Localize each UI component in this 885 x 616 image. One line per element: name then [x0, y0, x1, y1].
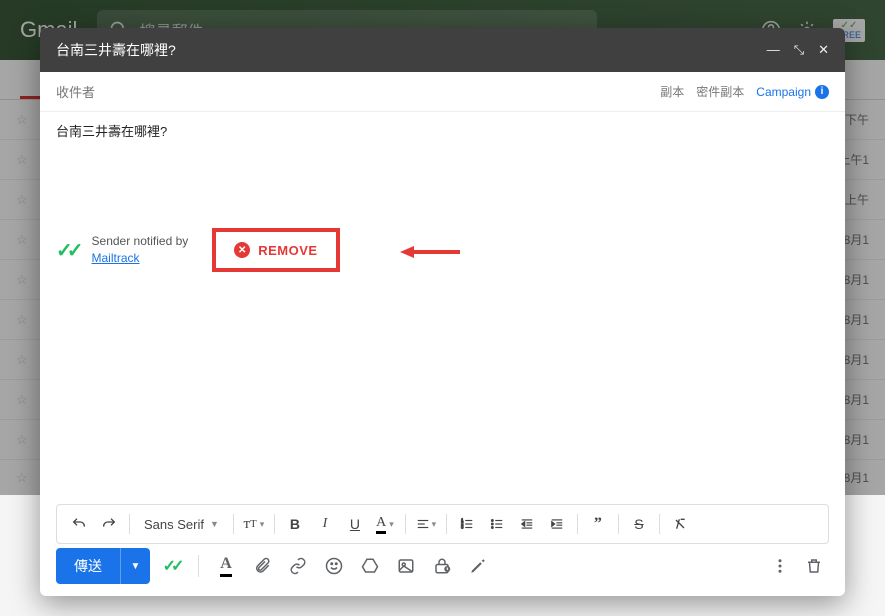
bcc-link[interactable]: 密件副本: [696, 83, 744, 100]
send-button[interactable]: 傳送 ▼: [56, 548, 150, 584]
format-toolbar: Sans Serif▼ тT▾ B I U A▾ ▾ 123 ” S: [56, 504, 829, 544]
minimize-icon[interactable]: —: [767, 42, 780, 58]
mailtrack-toggle[interactable]: ✓✓: [156, 551, 186, 581]
recipients-label: 收件者: [56, 82, 95, 101]
remove-button[interactable]: ✕ REMOVE: [212, 228, 339, 272]
svg-text:3: 3: [461, 525, 464, 530]
discard-button[interactable]: [799, 551, 829, 581]
indent-less-button[interactable]: [513, 510, 541, 538]
signature-button[interactable]: [463, 551, 493, 581]
compose-actions: 傳送 ▼ ✓✓ A: [40, 544, 845, 596]
remove-x-icon: ✕: [234, 242, 250, 258]
clear-format-button[interactable]: [666, 510, 694, 538]
confidential-button[interactable]: [427, 551, 457, 581]
restore-icon[interactable]: ⤡: [794, 42, 804, 58]
undo-button[interactable]: [65, 510, 93, 538]
star-icon[interactable]: ☆: [16, 352, 28, 368]
info-icon: i: [815, 85, 829, 99]
star-icon[interactable]: ☆: [16, 312, 28, 328]
double-check-icon: ✓✓: [56, 238, 78, 263]
strikethrough-button[interactable]: S: [625, 510, 653, 538]
close-icon[interactable]: ✕: [818, 42, 829, 58]
compose-titlebar: 台南三井壽在哪裡? — ⤡ ✕: [40, 28, 845, 72]
mailtrack-link[interactable]: Mailtrack: [92, 251, 140, 265]
italic-button[interactable]: I: [311, 510, 339, 538]
notify-text: Sender notified by: [92, 234, 189, 248]
star-icon[interactable]: ☆: [16, 192, 28, 208]
campaign-link[interactable]: Campaign i: [756, 85, 829, 99]
bold-button[interactable]: B: [281, 510, 309, 538]
indent-more-button[interactable]: [543, 510, 571, 538]
star-icon[interactable]: ☆: [16, 152, 28, 168]
compose-title: 台南三井壽在哪裡?: [56, 40, 767, 60]
mailtrack-signature: ✓✓ Sender notified by Mailtrack ✕ REMOVE: [56, 228, 340, 272]
more-options-button[interactable]: [765, 551, 795, 581]
attach-button[interactable]: [247, 551, 277, 581]
star-icon[interactable]: ☆: [16, 432, 28, 448]
star-icon[interactable]: ☆: [16, 272, 28, 288]
drive-button[interactable]: [355, 551, 385, 581]
compose-window: 台南三井壽在哪裡? — ⤡ ✕ 收件者 副本 密件副本 Campaign i 台…: [40, 28, 845, 596]
text-color-button[interactable]: A▾: [371, 510, 399, 538]
font-size-button[interactable]: тT▾: [240, 510, 268, 538]
star-icon[interactable]: ☆: [16, 392, 28, 408]
image-button[interactable]: [391, 551, 421, 581]
emoji-button[interactable]: [319, 551, 349, 581]
subject-field[interactable]: 台南三井壽在哪裡?: [40, 112, 845, 148]
font-select[interactable]: Sans Serif▼: [136, 517, 227, 532]
link-button[interactable]: [283, 551, 313, 581]
bullet-list-button[interactable]: [483, 510, 511, 538]
recipients-row[interactable]: 收件者 副本 密件副本 Campaign i: [40, 72, 845, 112]
cc-link[interactable]: 副本: [660, 83, 684, 100]
format-toggle-button[interactable]: A: [211, 551, 241, 581]
annotation-arrow: [400, 242, 460, 262]
numbered-list-button[interactable]: 123: [453, 510, 481, 538]
send-options-dropdown[interactable]: ▼: [120, 548, 150, 584]
compose-body[interactable]: ✓✓ Sender notified by Mailtrack ✕ REMOVE: [40, 148, 845, 504]
star-icon[interactable]: ☆: [16, 112, 28, 128]
star-icon[interactable]: ☆: [16, 470, 28, 486]
align-button[interactable]: ▾: [412, 510, 440, 538]
underline-button[interactable]: U: [341, 510, 369, 538]
redo-button[interactable]: [95, 510, 123, 538]
quote-button[interactable]: ”: [584, 510, 612, 538]
star-icon[interactable]: ☆: [16, 232, 28, 248]
